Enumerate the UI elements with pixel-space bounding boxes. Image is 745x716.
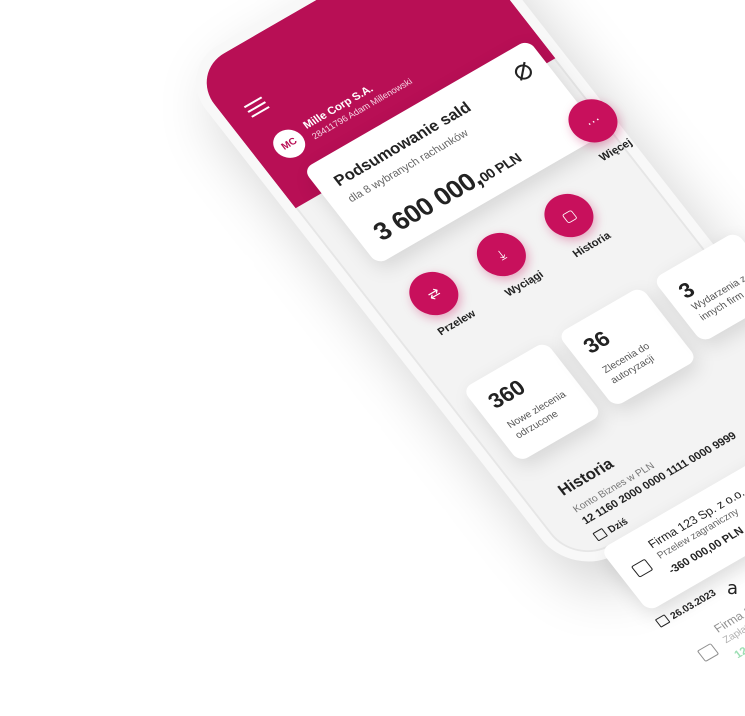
transfer-receipt-icon [630,558,654,578]
invoice-icon [696,642,720,663]
phone-mockup: MC Mille Corp S.A. 28411796 Adam Milleno… [175,0,745,663]
tile-number: 360 [482,374,531,414]
calendar-icon [592,527,609,542]
hide-balance-icon[interactable] [511,61,536,83]
calendar-icon [654,614,671,628]
phone-mockup-stage: MC Mille Corp S.A. 28411796 Adam Milleno… [0,0,745,677]
avatar[interactable]: MC [266,124,312,164]
tile-number: 36 [578,326,615,359]
menu-icon[interactable] [241,93,272,121]
